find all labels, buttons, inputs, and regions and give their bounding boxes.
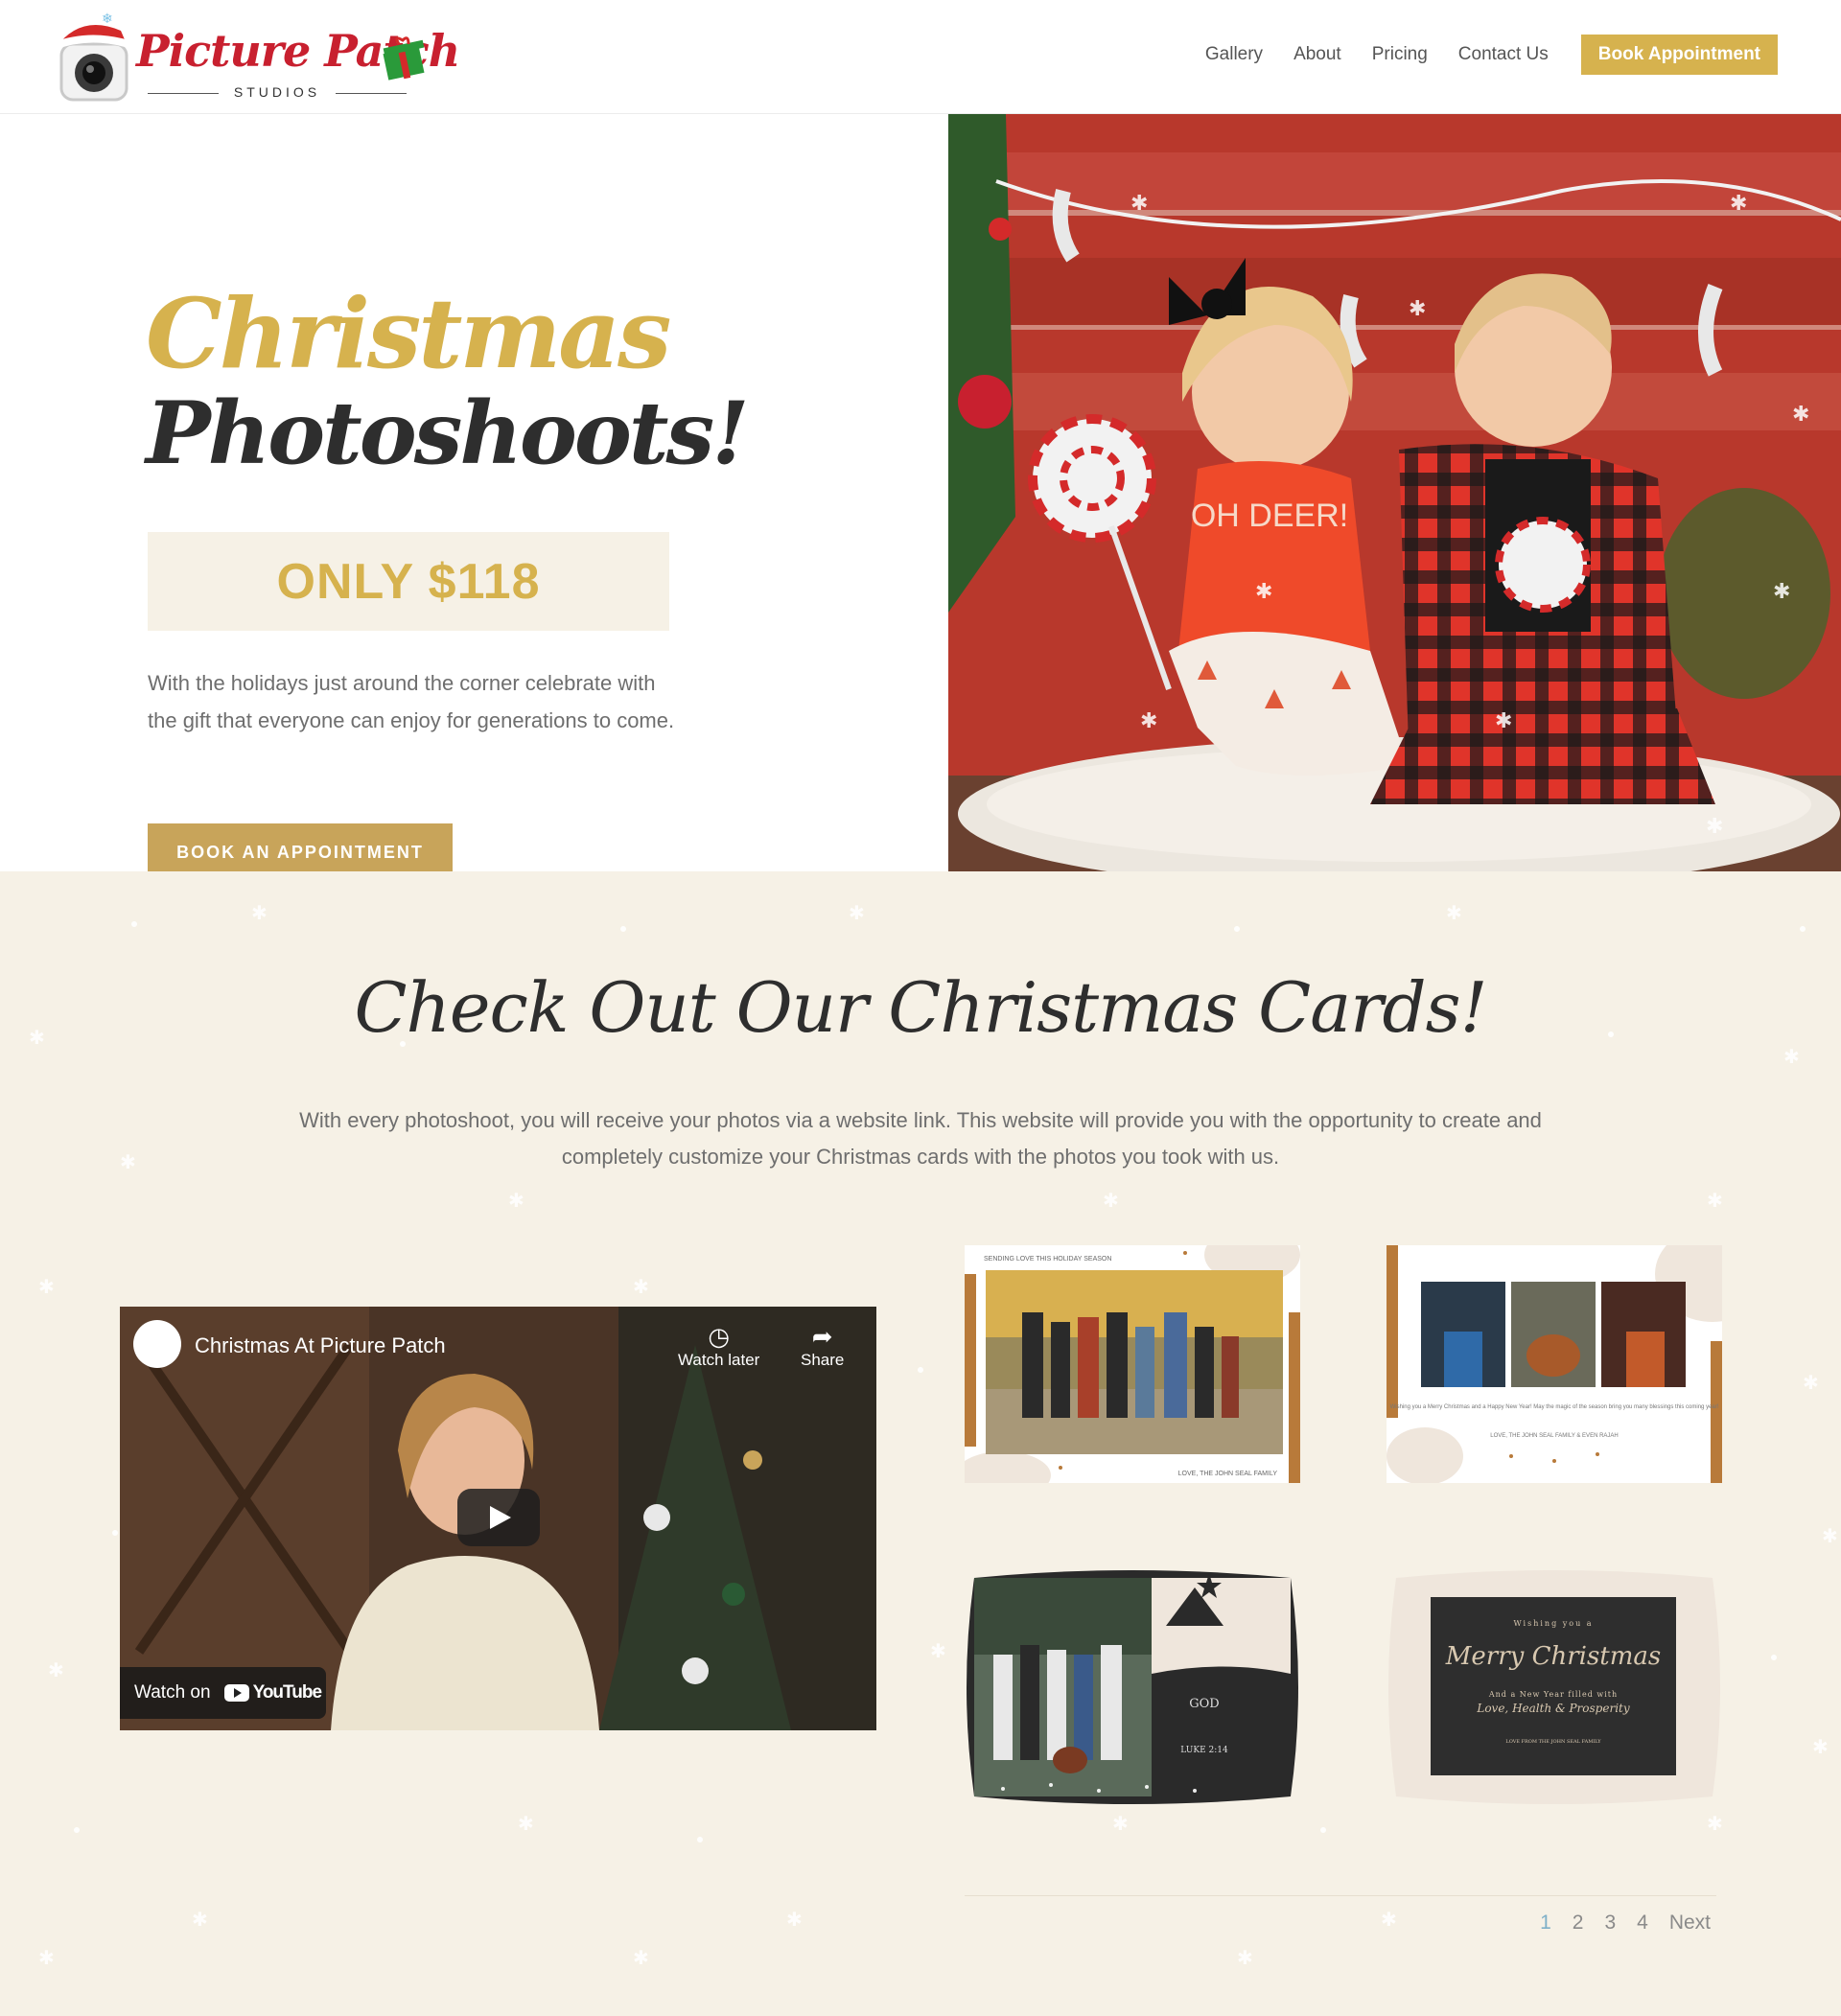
svg-text:✱: ✱ xyxy=(1730,192,1747,216)
svg-text:✱: ✱ xyxy=(633,1275,649,1298)
card-2-footer: LOVE, THE JOHN SEAL FAMILY & EVEN RAJAH xyxy=(1490,1433,1619,1439)
page-2-link[interactable]: 2 xyxy=(1573,1912,1584,1935)
hero-left-panel: Christmas Photoshoots! ONLY $118 With th… xyxy=(0,114,948,881)
svg-text:✱: ✱ xyxy=(786,1908,803,1931)
nav-pricing[interactable]: Pricing xyxy=(1372,44,1428,65)
christmas-card-3[interactable]: GOD LUKE 2:14 xyxy=(965,1568,1300,1806)
logo-subtitle: STUDIOS xyxy=(142,84,412,100)
svg-text:✱: ✱ xyxy=(508,1189,524,1212)
card-1-header: SENDING LOVE THIS HOLIDAY SEASON xyxy=(984,1256,1111,1263)
card-3-luke: LUKE 2:14 xyxy=(1180,1746,1228,1755)
svg-text:✱: ✱ xyxy=(849,901,865,924)
svg-text:✱: ✱ xyxy=(1792,403,1809,427)
svg-text:✱: ✱ xyxy=(48,1658,64,1681)
page-4-link[interactable]: 4 xyxy=(1637,1912,1648,1935)
card-4-line1: Wishing you a xyxy=(1513,1619,1593,1628)
svg-text:✱: ✱ xyxy=(38,1946,55,1969)
svg-text:❄: ❄ xyxy=(102,12,113,27)
svg-text:✱: ✱ xyxy=(1706,815,1723,839)
video-title[interactable]: Christmas At Picture Patch xyxy=(195,1333,446,1358)
christmas-cards-description: With every photoshoot, you will receive … xyxy=(299,1108,1542,1169)
book-appointment-nav-button[interactable]: Book Appointment xyxy=(1580,35,1778,75)
christmas-card-1[interactable]: SENDING LOVE THIS HOLIDAY SEASON LOVE, T… xyxy=(965,1245,1300,1483)
card-4-line4: Love, Health & Prosperity xyxy=(1476,1702,1629,1715)
watch-later-button[interactable]: ◷ Watch later xyxy=(678,1322,759,1370)
svg-text:✱: ✱ xyxy=(1130,192,1148,216)
svg-text:✱: ✱ xyxy=(1822,1524,1838,1547)
nav-about[interactable]: About xyxy=(1293,44,1341,65)
svg-text:✱: ✱ xyxy=(1140,709,1157,733)
oh-deer-shirt-text: OH DEER! xyxy=(1191,498,1348,534)
svg-text:✱: ✱ xyxy=(1446,901,1462,924)
christmas-cards-heading: Check Out Our Christmas Cards! xyxy=(354,967,1487,1048)
price-banner: ONLY $118 xyxy=(148,532,669,631)
hero-photo: OH DEER! ✱ ✱ ✱ ✱ ✱ ✱ ✱ ✱ ✱ xyxy=(948,114,1841,871)
svg-text:✱: ✱ xyxy=(1237,1946,1253,1969)
svg-text:✱: ✱ xyxy=(1255,580,1272,604)
hero-title-christmas: Christmas xyxy=(146,277,671,390)
main-nav: Gallery About Pricing Contact Us Book Ap… xyxy=(1205,35,1778,75)
christmas-card-4[interactable]: Wishing you a Merry Christmas And a New … xyxy=(1387,1568,1722,1806)
watch-on-youtube-button[interactable]: Watch on YouTube xyxy=(120,1667,326,1719)
svg-text:✱: ✱ xyxy=(518,1812,534,1835)
next-page-link[interactable]: Next xyxy=(1669,1912,1711,1935)
youtube-play-icon xyxy=(223,1684,249,1702)
card-4-image: Wishing you a Merry Christmas And a New … xyxy=(1388,1570,1720,1804)
svg-text:✱: ✱ xyxy=(1707,1812,1723,1835)
svg-text:✱: ✱ xyxy=(1495,709,1512,733)
card-3-god: GOD xyxy=(1189,1697,1219,1711)
svg-text:✱: ✱ xyxy=(1783,1045,1800,1068)
play-button[interactable] xyxy=(457,1489,540,1546)
share-arrow-icon: ➦ xyxy=(811,1322,833,1351)
svg-text:✱: ✱ xyxy=(930,1639,946,1662)
gift-icon xyxy=(383,36,425,81)
nav-gallery[interactable]: Gallery xyxy=(1205,44,1263,65)
card-2-image: Wishing you a Merry Christmas and a Happ… xyxy=(1387,1245,1722,1483)
youtube-video-embed[interactable]: Christmas At Picture Patch ◷ Watch later… xyxy=(120,1307,876,1730)
svg-text:✱: ✱ xyxy=(120,1150,136,1173)
hero-description: With the holidays just around the corner… xyxy=(148,671,675,732)
pagination-divider xyxy=(965,1895,1716,1896)
page-1-link[interactable]: 1 xyxy=(1540,1912,1551,1935)
camera-santa-hat-icon: ❄ xyxy=(47,12,130,102)
christmas-card-2[interactable]: Wishing you a Merry Christmas and a Happ… xyxy=(1387,1245,1722,1483)
card-4-line2: Merry Christmas xyxy=(1445,1642,1662,1671)
svg-text:✱: ✱ xyxy=(1773,580,1790,604)
watch-later-label: Watch later xyxy=(678,1351,760,1369)
christmas-kids-photo: OH DEER! ✱ ✱ ✱ ✱ ✱ ✱ ✱ ✱ ✱ xyxy=(948,114,1841,871)
clock-icon: ◷ xyxy=(708,1322,731,1351)
svg-text:✱: ✱ xyxy=(251,901,268,924)
svg-text:✱: ✱ xyxy=(38,1275,55,1298)
svg-text:✱: ✱ xyxy=(1409,297,1426,321)
site-logo[interactable]: ❄ Picture Patch STUDIOS xyxy=(42,10,460,105)
svg-text:✱: ✱ xyxy=(1812,1735,1829,1758)
svg-text:✱: ✱ xyxy=(633,1946,649,1969)
watch-on-label: Watch on xyxy=(134,1682,211,1703)
share-button[interactable]: ➦ Share xyxy=(801,1322,844,1370)
pagination: 1 2 3 4 Next xyxy=(1519,1912,1711,1935)
svg-text:✱: ✱ xyxy=(1112,1812,1129,1835)
price-text: ONLY $118 xyxy=(276,553,541,610)
svg-text:✱: ✱ xyxy=(192,1908,208,1931)
card-4-line3: And a New Year filled with xyxy=(1488,1690,1618,1699)
christmas-cards-section: ✱✱✱ ✱✱✱ ✱✱✱ ✱✱✱ ✱✱✱ ✱✱✱ ✱✱✱ ✱✱✱ ✱✱ Check… xyxy=(0,871,1841,2016)
nav-contact-us[interactable]: Contact Us xyxy=(1458,44,1549,65)
hero-title-photoshoots: Photoshoots! xyxy=(146,382,750,484)
channel-avatar[interactable] xyxy=(133,1320,181,1368)
card-2-text: Wishing you a Merry Christmas and a Happ… xyxy=(1390,1404,1719,1410)
card-1-footer: LOVE, THE JOHN SEAL FAMILY xyxy=(1178,1471,1278,1477)
svg-text:✱: ✱ xyxy=(1707,1189,1723,1212)
svg-text:✱: ✱ xyxy=(1103,1189,1119,1212)
card-3-image: GOD LUKE 2:14 xyxy=(967,1570,1298,1804)
card-4-line5: LOVE FROM THE JOHN SEAL FAMILY xyxy=(1505,1739,1601,1745)
card-1-image: SENDING LOVE THIS HOLIDAY SEASON LOVE, T… xyxy=(965,1245,1300,1483)
share-label: Share xyxy=(801,1351,845,1369)
svg-text:✱: ✱ xyxy=(1803,1371,1819,1394)
page-3-link[interactable]: 3 xyxy=(1604,1912,1616,1935)
youtube-label: YouTube xyxy=(252,1682,322,1703)
site-header: ❄ Picture Patch STUDIOS Gallery About Pr… xyxy=(0,0,1841,114)
svg-text:✱: ✱ xyxy=(1381,1908,1397,1931)
